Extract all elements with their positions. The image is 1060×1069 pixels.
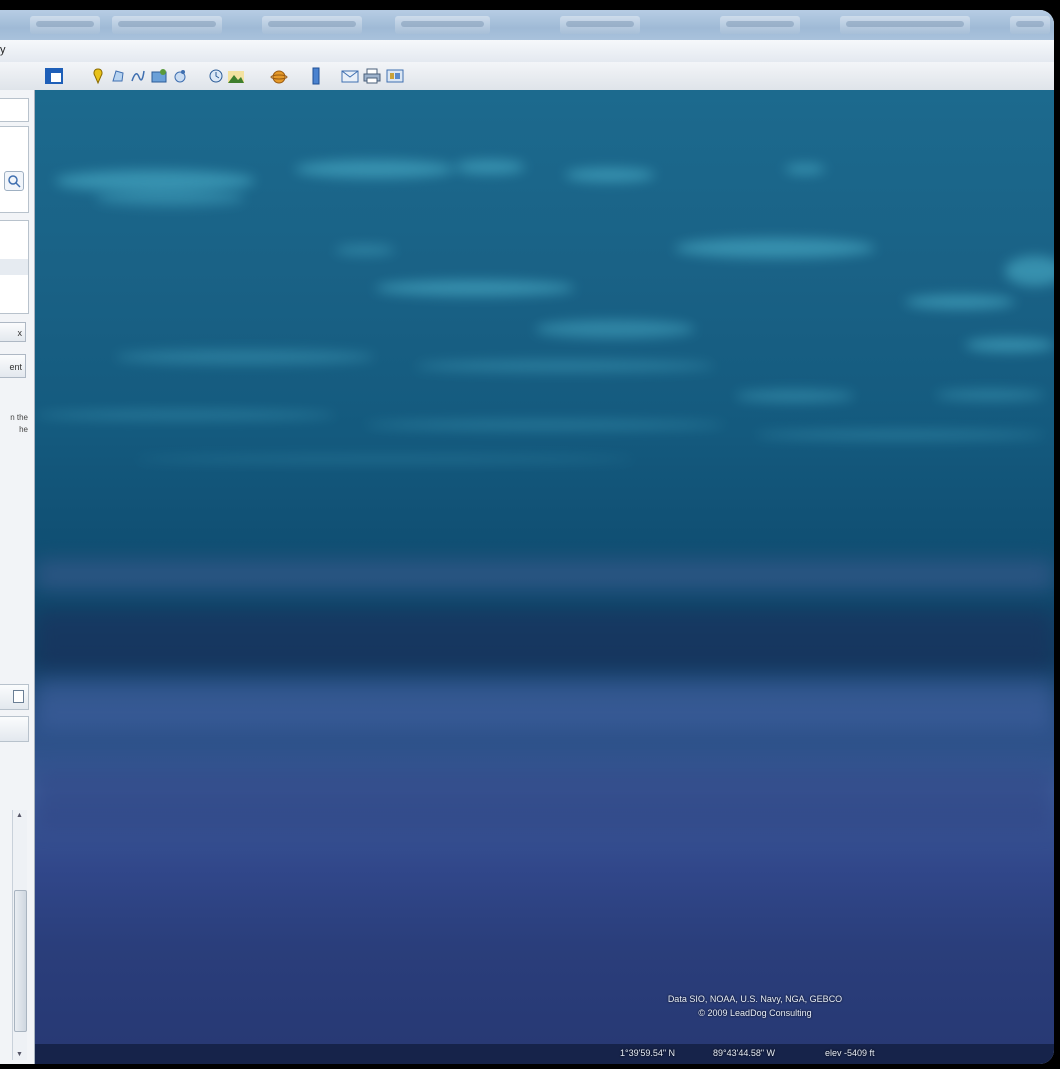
list-item[interactable] bbox=[0, 259, 28, 275]
add-folder-icon[interactable] bbox=[13, 690, 24, 703]
latitude-readout: 1°39'59.54" N bbox=[620, 1048, 676, 1058]
polygon-icon[interactable] bbox=[110, 67, 126, 85]
help-text-line: n the bbox=[10, 413, 28, 422]
placemark-icon[interactable] bbox=[90, 67, 106, 85]
task-button[interactable] bbox=[720, 16, 800, 34]
menu-bar: y bbox=[0, 40, 1054, 63]
planets-icon[interactable] bbox=[270, 67, 288, 85]
elevation-readout: elev -5409 ft bbox=[825, 1048, 875, 1058]
menu-item-help[interactable]: y bbox=[0, 44, 6, 56]
status-bar: 1°39'59.54" N 89°43'44.58" W elev -5409 … bbox=[35, 1044, 1054, 1064]
task-button[interactable] bbox=[112, 16, 222, 34]
path-icon[interactable] bbox=[130, 67, 146, 85]
sidebar-tab[interactable] bbox=[0, 98, 29, 122]
task-button[interactable] bbox=[395, 16, 490, 34]
email-icon[interactable] bbox=[340, 67, 360, 85]
record-tour-icon[interactable] bbox=[172, 67, 188, 85]
print-icon[interactable] bbox=[362, 67, 382, 85]
attribution-text: Data SIO, NOAA, U.S. Navy, NGA, GEBCO © … bbox=[595, 992, 915, 1020]
screen-frame: y x ent n the he ▲ ▼ Data SIO, NOAA, U.S… bbox=[0, 0, 1060, 1069]
search-icon[interactable] bbox=[4, 171, 24, 191]
app-window: y x ent n the he ▲ ▼ Data SIO, NOAA, U.S… bbox=[0, 10, 1054, 1064]
results-list bbox=[0, 220, 29, 314]
places-header[interactable] bbox=[0, 684, 29, 710]
task-button[interactable] bbox=[30, 16, 100, 34]
layers-header[interactable] bbox=[0, 716, 29, 742]
scroll-down-icon[interactable]: ▼ bbox=[16, 1051, 23, 1058]
task-button[interactable] bbox=[1010, 16, 1050, 34]
task-button[interactable] bbox=[262, 16, 362, 34]
scroll-up-icon[interactable]: ▲ bbox=[16, 812, 23, 819]
sidebar: x ent n the he ▲ ▼ bbox=[0, 90, 35, 1064]
search-panel bbox=[0, 126, 29, 213]
task-button[interactable] bbox=[560, 16, 640, 34]
attribution-line: Data SIO, NOAA, U.S. Navy, NGA, GEBCO bbox=[667, 994, 843, 1004]
sun-icon[interactable] bbox=[227, 67, 245, 85]
view-in-maps-icon[interactable] bbox=[385, 67, 405, 85]
toolbar bbox=[0, 62, 1054, 91]
ruler-icon[interactable] bbox=[310, 67, 322, 85]
help-text-line: he bbox=[19, 425, 28, 434]
taskbar-strip bbox=[0, 10, 1054, 40]
overlay-icon[interactable] bbox=[150, 67, 168, 85]
sidebar-toggle-icon[interactable] bbox=[44, 67, 64, 85]
attribution-line: © 2009 LeadDog Consulting bbox=[698, 1008, 812, 1018]
scrollbar-thumb[interactable] bbox=[14, 890, 27, 1032]
scrollbar[interactable]: ▲ ▼ bbox=[12, 810, 27, 1060]
historical-imagery-icon[interactable] bbox=[208, 67, 224, 85]
longitude-readout: 89°43'44.58" W bbox=[713, 1048, 776, 1058]
earth-3d-view[interactable]: Data SIO, NOAA, U.S. Navy, NGA, GEBCO © … bbox=[35, 90, 1054, 1064]
task-button[interactable] bbox=[840, 16, 970, 34]
sidebar-button[interactable]: ent bbox=[0, 354, 26, 378]
close-button[interactable]: x bbox=[0, 322, 26, 342]
